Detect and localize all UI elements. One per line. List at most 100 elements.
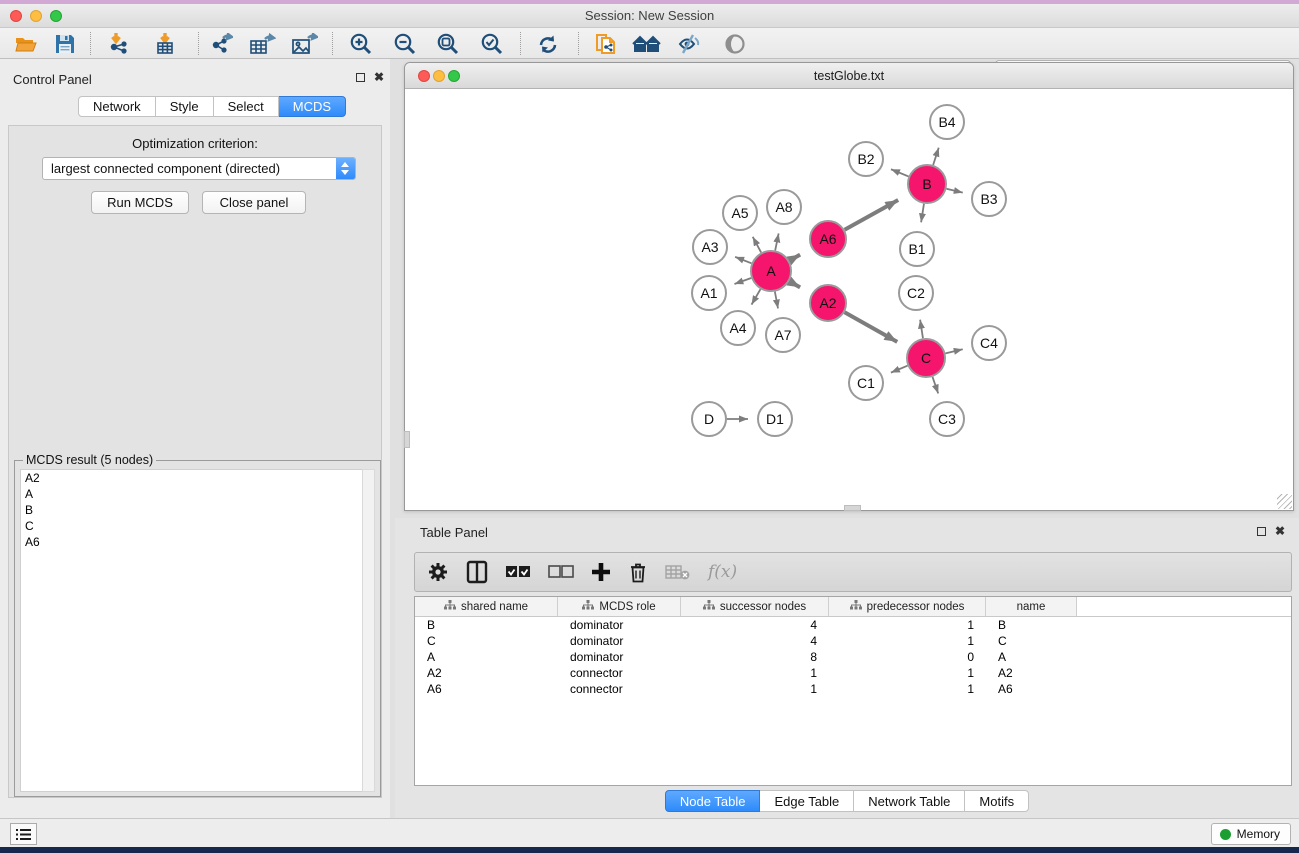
horizontal-splitter-handle[interactable] [844,505,861,511]
delete-table-icon [665,559,691,585]
mcds-result-scrollbar[interactable] [362,469,375,792]
add-column-icon[interactable] [591,559,611,585]
graph-edge-B-B4[interactable] [933,148,939,165]
graph-edge-A-A2[interactable] [789,281,800,287]
minimize-window-button[interactable] [30,10,42,22]
network-close-button[interactable] [418,70,430,82]
session-title: Session: New Session [0,4,1299,28]
close-window-button[interactable] [10,10,22,22]
zoom-in-icon[interactable] [344,31,378,56]
graph-edge-A-A8[interactable] [775,233,778,250]
column-header-name[interactable]: name [986,597,1077,616]
result-item-a[interactable]: A [21,486,362,502]
network-minimize-button[interactable] [433,70,445,82]
table-row[interactable]: Adominator80A [415,649,1291,665]
import-table-icon[interactable] [148,31,182,56]
task-history-button[interactable] [10,823,37,845]
close-panel-button[interactable]: Close panel [202,191,306,214]
table-cell: A2 [415,665,558,681]
network-window-titlebar[interactable]: testGlobe.txt [405,63,1293,89]
graph-edge-A2-C[interactable] [845,312,898,342]
graph-edge-A-A3[interactable] [735,257,751,263]
bird-eye-view-icon[interactable] [718,31,752,56]
graph-node-label-D: D [704,411,714,427]
close-panel-icon[interactable]: ✖ [374,72,384,83]
graph-edge-A6-B[interactable] [845,200,899,230]
graph-edge-C-C4[interactable] [945,349,962,353]
tab-network-table[interactable]: Network Table [854,790,965,812]
tab-edge-table[interactable]: Edge Table [760,790,854,812]
float-panel-icon[interactable] [356,73,365,82]
run-mcds-button[interactable]: Run MCDS [91,191,189,214]
tab-motifs[interactable]: Motifs [965,790,1029,812]
tab-network[interactable]: Network [78,96,156,117]
tab-node-table[interactable]: Node Table [665,790,761,812]
graph-edge-A-A7[interactable] [775,292,778,309]
graph-node-label-A6: A6 [819,231,836,247]
mcds-result-list[interactable]: A2ABCA6 [20,469,363,792]
float-panel-icon[interactable] [1257,527,1266,536]
export-network-icon[interactable] [204,31,238,56]
table-cell: A2 [986,665,1077,681]
zoom-fit-icon[interactable] [431,31,465,56]
node-table[interactable]: shared nameMCDS rolesuccessor nodesprede… [414,596,1292,786]
network-canvas[interactable]: AA1A2A3A4A5A6A7A8BB1B2B3B4CC1C2C3C4DD1 [405,89,1293,510]
node-table-header: shared nameMCDS rolesuccessor nodesprede… [415,597,1291,617]
table-cell: 1 [829,681,986,697]
show-columns-icon[interactable] [466,559,488,585]
zoom-window-button[interactable] [50,10,62,22]
show-hide-network-overview-icon[interactable] [630,31,664,56]
graph-node-label-A5: A5 [731,205,748,221]
duplicate-network-icon[interactable] [590,31,624,56]
graph-edge-C-C2[interactable] [920,320,923,339]
column-header-MCDS-role[interactable]: MCDS role [558,597,681,616]
memory-button[interactable]: Memory [1211,823,1291,845]
window-resize-grip[interactable] [1277,494,1292,509]
tab-mcds[interactable]: MCDS [279,96,346,117]
graph-edge-B-B1[interactable] [921,204,924,223]
select-all-checkboxes-icon[interactable] [505,559,531,585]
import-network-icon[interactable] [102,31,136,56]
graph-edge-A-A6[interactable] [789,255,800,261]
graph-edge-C-C1[interactable] [891,366,908,373]
table-cell: 8 [681,649,829,665]
delete-column-icon[interactable] [628,559,648,585]
graph-edge-A-A4[interactable] [752,289,761,304]
export-image-icon[interactable] [288,31,322,56]
graph-edge-C-C3[interactable] [933,377,939,394]
export-table-icon[interactable] [246,31,280,56]
result-item-a6[interactable]: A6 [21,534,362,550]
criterion-dropdown[interactable]: largest connected component (directed) [42,157,356,180]
graph-edge-B-B3[interactable] [946,189,962,193]
zoom-selected-icon[interactable] [475,31,509,56]
graph-edge-A-A1[interactable] [734,278,751,284]
column-header-successor-nodes[interactable]: successor nodes [681,597,829,616]
open-session-icon[interactable] [10,31,44,56]
result-item-c[interactable]: C [21,518,362,534]
table-row[interactable]: A2connector11A2 [415,665,1291,681]
vertical-splitter-handle[interactable] [404,431,410,448]
zoom-out-icon[interactable] [388,31,422,56]
table-cell: A6 [415,681,558,697]
table-cell: dominator [558,617,681,633]
close-panel-icon[interactable]: ✖ [1275,526,1285,537]
show-hide-graphics-details-icon[interactable] [672,31,706,56]
unselect-all-checkboxes-icon[interactable] [548,559,574,585]
save-session-icon[interactable] [48,31,82,56]
table-row[interactable]: Cdominator41C [415,633,1291,649]
result-item-b[interactable]: B [21,502,362,518]
tab-style[interactable]: Style [156,96,214,117]
table-options-gear-icon[interactable] [427,559,449,585]
column-header-shared-name[interactable]: shared name [415,597,558,616]
result-item-a2[interactable]: A2 [21,470,362,486]
table-row[interactable]: A6connector11A6 [415,681,1291,697]
table-panel: Table Panel ✖ [395,518,1299,818]
tab-select[interactable]: Select [214,96,279,117]
refresh-icon[interactable] [531,31,565,56]
table-row[interactable]: Bdominator41B [415,617,1291,633]
column-header-predecessor-nodes[interactable]: predecessor nodes [829,597,986,616]
graph-edge-A-A5[interactable] [753,237,761,253]
graph-edge-B-B2[interactable] [891,169,909,176]
graph-node-label-C2: C2 [907,285,925,301]
network-zoom-button[interactable] [448,70,460,82]
